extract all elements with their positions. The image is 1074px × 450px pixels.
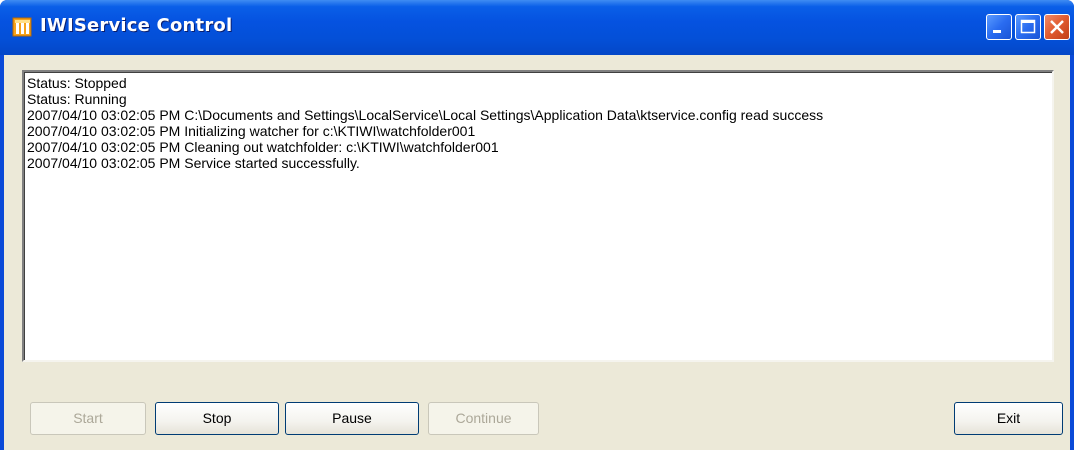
window-title: IWIService Control <box>40 15 233 36</box>
start-button[interactable]: Start <box>30 402 146 435</box>
pause-button[interactable]: Pause <box>285 402 419 435</box>
close-button[interactable] <box>1044 14 1070 40</box>
app-icon <box>12 17 32 37</box>
minimize-icon <box>993 30 1001 33</box>
status-log[interactable]: Status: Stopped Status: Running 2007/04/… <box>22 70 1054 362</box>
minimize-button[interactable] <box>986 14 1012 40</box>
maximize-button[interactable] <box>1015 14 1041 40</box>
log-line: 2007/04/10 03:02:05 PM C:\Documents and … <box>27 107 824 123</box>
log-line: 2007/04/10 03:02:05 PM Service started s… <box>27 155 360 171</box>
title-bar[interactable]: IWIService Control <box>0 0 1074 55</box>
continue-button[interactable]: Continue <box>428 402 539 435</box>
stop-button[interactable]: Stop <box>155 402 279 435</box>
maximize-icon <box>1020 19 1036 34</box>
app-window: IWIService Control Status: Stopped Statu… <box>0 0 1074 450</box>
log-line: 2007/04/10 03:02:05 PM Initializing watc… <box>27 123 476 139</box>
exit-button[interactable]: Exit <box>954 402 1063 435</box>
log-line: 2007/04/10 03:02:05 PM Cleaning out watc… <box>27 139 499 155</box>
close-icon <box>1050 20 1064 34</box>
log-line: Status: Stopped <box>27 75 127 91</box>
log-line: Status: Running <box>27 91 127 107</box>
client-area: Status: Stopped Status: Running 2007/04/… <box>4 55 1070 450</box>
